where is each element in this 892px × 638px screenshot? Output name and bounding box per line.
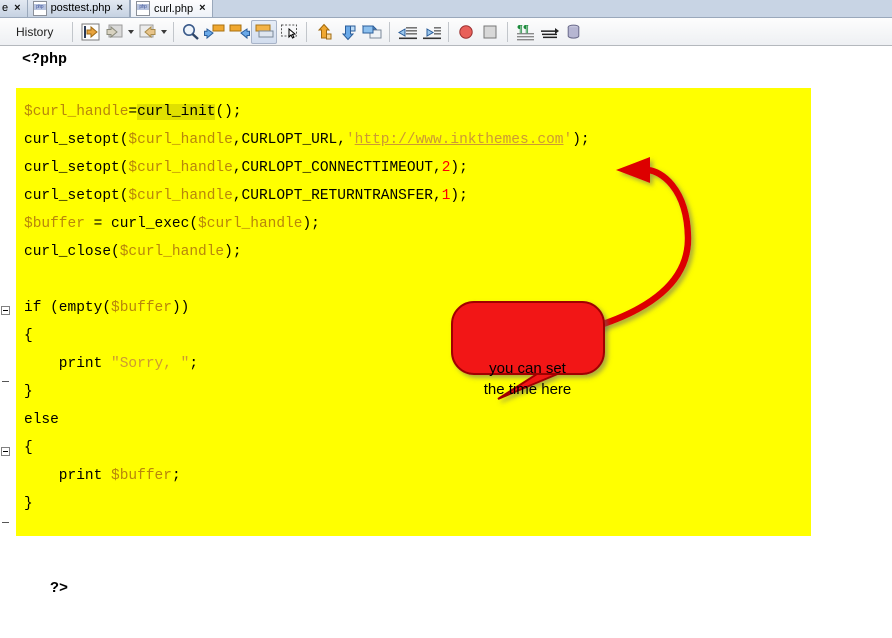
code-line: curl_close($curl_handle); xyxy=(24,244,242,260)
tab-label: e xyxy=(2,2,9,14)
php-close-tag: ?> xyxy=(50,580,69,597)
tab-curl-php[interactable]: curl.php × xyxy=(129,0,213,17)
forward-icon[interactable] xyxy=(135,21,159,43)
code-line: $buffer = curl_exec($curl_handle); xyxy=(24,216,320,232)
code-line: $curl_handle=curl_init(); xyxy=(24,104,242,120)
code-line: curl_setopt($curl_handle,CURLOPT_URL,'ht… xyxy=(24,132,590,148)
code-line: print $buffer; xyxy=(24,468,181,484)
toolbar-separator xyxy=(507,21,509,42)
fold-marker-else-close xyxy=(2,522,9,523)
unindent-icon[interactable] xyxy=(395,21,419,43)
previous-bookmark-icon[interactable] xyxy=(203,21,227,43)
duplicate-icon[interactable] xyxy=(360,21,384,43)
last-edit-location-icon[interactable] xyxy=(78,21,102,43)
tab-label: posttest.php xyxy=(50,2,111,14)
fold-marker-if-close xyxy=(2,381,9,382)
stop-macro-icon[interactable] xyxy=(478,21,502,43)
close-icon[interactable]: × xyxy=(14,2,20,14)
database-icon[interactable] xyxy=(561,21,585,43)
history-label: History xyxy=(16,24,54,39)
editor-toolbar: History ¶¶ xyxy=(0,18,892,46)
forward-dropdown-caret-icon[interactable] xyxy=(159,21,168,43)
indent-icon[interactable] xyxy=(419,21,443,43)
code-line: print "Sorry, "; xyxy=(24,356,199,372)
word-wrap-icon[interactable] xyxy=(537,21,561,43)
close-icon[interactable]: × xyxy=(117,2,123,14)
tab-label: curl.php xyxy=(153,2,194,15)
code-line: { xyxy=(24,328,33,344)
toggle-split-view-icon[interactable] xyxy=(251,19,278,44)
callout-line-2: the time here xyxy=(483,381,572,398)
next-bookmark-icon[interactable] xyxy=(227,21,251,43)
tab-truncated[interactable]: e × xyxy=(0,0,28,17)
close-icon[interactable]: × xyxy=(199,3,205,14)
toolbar-separator xyxy=(72,21,74,42)
callout-line-1: you can set xyxy=(489,360,566,377)
svg-text:¶¶: ¶¶ xyxy=(517,23,529,35)
code-line: curl_setopt($curl_handle,CURLOPT_CONNECT… xyxy=(24,160,468,176)
toolbar-separator xyxy=(173,21,175,42)
find-icon[interactable] xyxy=(179,21,203,43)
code-line: { xyxy=(24,440,33,456)
tab-posttest-php[interactable]: posttest.php × xyxy=(27,0,130,17)
callout-text: you can set the time here xyxy=(455,358,600,400)
code-line: curl_setopt($curl_handle,CURLOPT_RETURNT… xyxy=(24,188,468,204)
fold-marker-else-open[interactable] xyxy=(1,447,10,456)
php-file-icon xyxy=(135,1,150,16)
move-up-icon[interactable] xyxy=(312,21,336,43)
toolbar-separator xyxy=(306,21,308,42)
code-folding-gutter[interactable] xyxy=(0,47,14,638)
code-line: if (empty($buffer)) xyxy=(24,300,190,316)
code-editor-area[interactable]: <?php $curl_handle=curl_init(); curl_seto… xyxy=(0,47,892,638)
move-down-icon[interactable] xyxy=(336,21,360,43)
record-macro-icon[interactable] xyxy=(454,21,478,43)
rectangular-selection-icon[interactable] xyxy=(277,21,301,43)
code-line: } xyxy=(24,496,33,512)
fold-marker-if-open[interactable] xyxy=(1,306,10,315)
toolbar-separator xyxy=(389,21,391,42)
toolbar-separator xyxy=(448,21,450,42)
back-dropdown-caret-icon[interactable] xyxy=(126,21,135,43)
php-file-icon xyxy=(32,0,47,16)
php-open-tag: <?php xyxy=(22,51,68,68)
show-whitespace-icon[interactable]: ¶¶ xyxy=(513,21,537,43)
back-icon[interactable] xyxy=(102,21,126,43)
editor-tab-bar: e × posttest.php × curl.php × xyxy=(0,0,892,18)
code-block[interactable]: $curl_handle=curl_init(); curl_setopt($cu… xyxy=(16,88,811,536)
code-line: else xyxy=(24,412,59,428)
code-line: } xyxy=(24,384,33,400)
